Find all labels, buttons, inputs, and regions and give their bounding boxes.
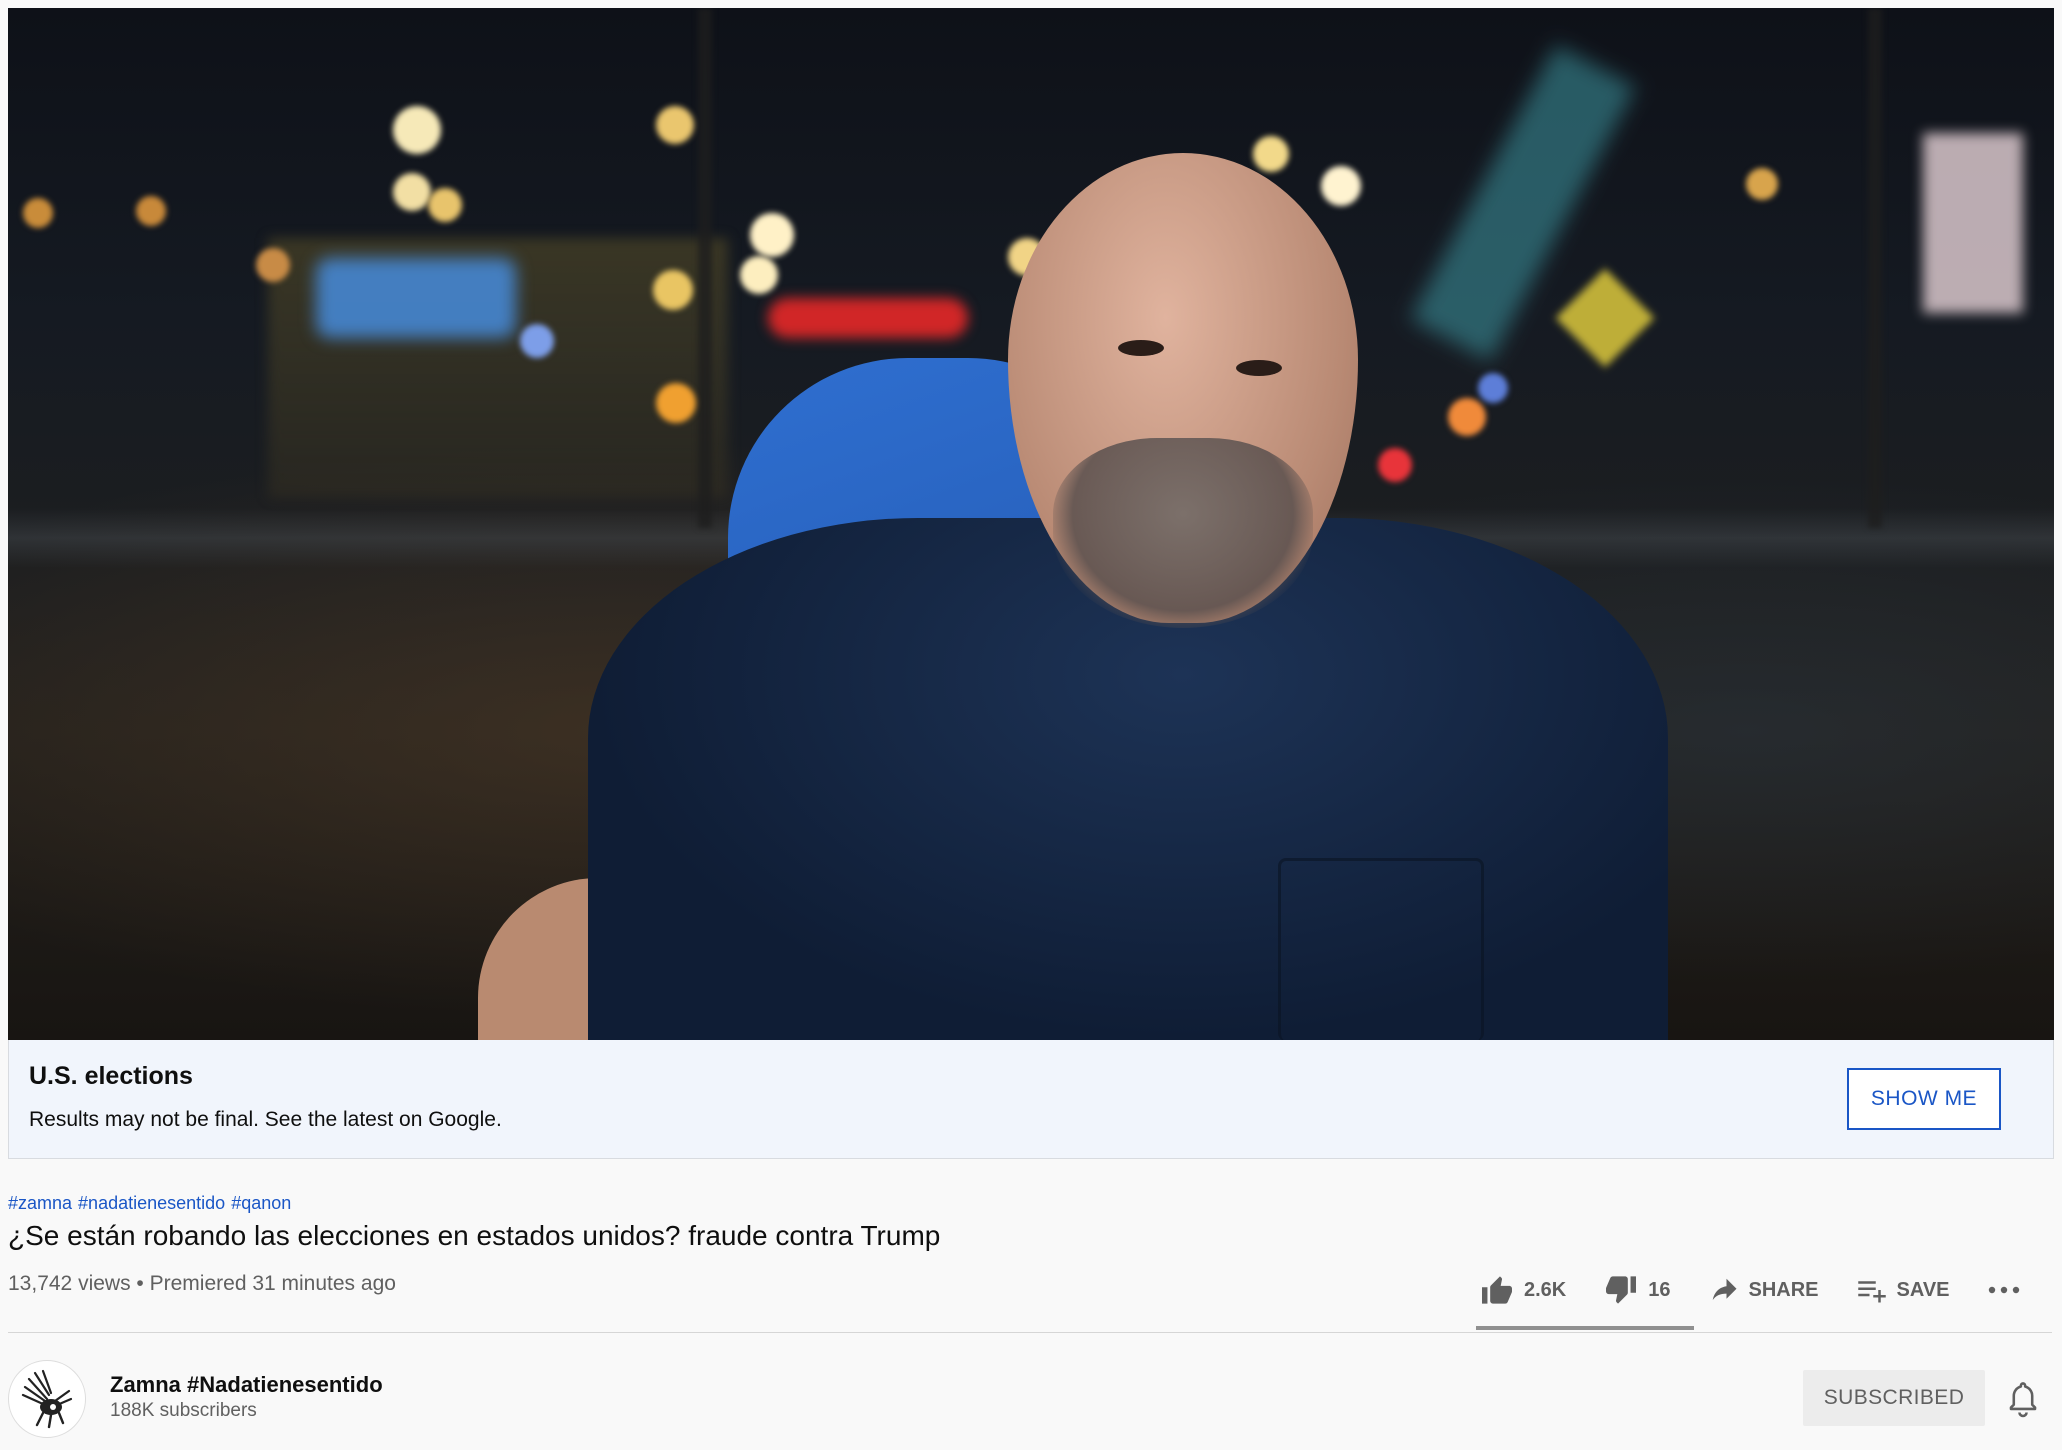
premiere-time: Premiered 31 minutes ago [149,1272,396,1295]
bokeh-light [1746,168,1778,200]
thumbs-down-icon [1606,1276,1637,1304]
bokeh-light [23,198,53,228]
bokeh-light [740,256,778,294]
hashtag-list: #zamna #nadatienesentido #qanon [8,1193,297,1214]
dislike-count: 16 [1648,1278,1671,1301]
section-divider [8,1332,2052,1333]
background-sign [1923,133,2023,313]
video-stats: 13,742 views • Premiered 31 minutes ago [8,1272,396,1296]
stats-separator: • [136,1272,144,1295]
video-player[interactable] [8,8,2054,1040]
dislike-button[interactable]: 16 [1604,1275,1671,1305]
bell-icon [2009,1382,2037,1418]
bokeh-light [136,196,166,226]
show-me-button[interactable]: SHOW ME [1847,1068,2001,1130]
bokeh-light [393,173,431,211]
thumbs-up-icon [1482,1276,1512,1304]
background-pole [1868,8,1882,528]
bokeh-light [428,188,462,222]
bokeh-light [520,324,554,358]
view-count: 13,742 views [8,1272,131,1295]
channel-name[interactable]: Zamna #Nadatienesentido [110,1372,383,1398]
hashtag-link[interactable]: #qanon [231,1193,291,1213]
save-button[interactable]: SAVE [1857,1277,1950,1303]
election-panel-title: U.S. elections [29,1062,193,1090]
save-label: SAVE [1896,1278,1950,1301]
more-actions-button[interactable] [1988,1285,2030,1295]
subscriber-count: 188K subscribers [110,1400,257,1421]
bokeh-light [1321,166,1361,206]
election-info-panel: U.S. elections Results may not be final.… [8,1040,2054,1159]
notification-bell-button[interactable] [2006,1380,2040,1423]
playlist-add-icon [1857,1281,1886,1303]
share-button[interactable]: SHARE [1709,1277,1819,1303]
bokeh-light [1478,373,1508,403]
share-arrow-icon [1712,1278,1736,1300]
video-actions: 2.6K 16 SHARE SAVE [1480,1270,2062,1310]
person-beard [1053,438,1313,628]
hashtag-link[interactable]: #zamna [8,1193,72,1213]
background-sign [316,258,516,338]
background-lights [768,298,968,338]
bokeh-light [1253,136,1289,172]
bokeh-light [393,106,441,154]
like-count: 2.6K [1524,1278,1567,1301]
like-dislike-ratio-bar [1476,1326,1694,1330]
bokeh-light [750,213,794,257]
subscribed-button[interactable]: SUBSCRIBED [1803,1370,1985,1426]
bokeh-light [1378,448,1412,482]
bokeh-light [256,248,290,282]
like-button[interactable]: 2.6K [1480,1275,1566,1305]
shirt-pocket [1278,858,1484,1040]
bokeh-light [653,270,693,310]
share-label: SHARE [1748,1278,1819,1301]
person-eye [1118,340,1164,356]
bokeh-light [656,106,694,144]
hashtag-link[interactable]: #nadatienesentido [78,1193,225,1213]
person-eye [1236,360,1282,376]
background-pole [698,8,712,528]
more-horizontal-icon [1988,1286,2019,1294]
channel-avatar[interactable] [8,1360,86,1438]
video-title: ¿Se están robando las elecciones en esta… [8,1220,941,1251]
bokeh-light [1448,398,1486,436]
bokeh-light [656,383,696,423]
bird-logo-icon [21,1369,73,1429]
background-road-sign [1555,268,1655,368]
election-panel-subtitle: Results may not be final. See the latest… [29,1108,502,1131]
